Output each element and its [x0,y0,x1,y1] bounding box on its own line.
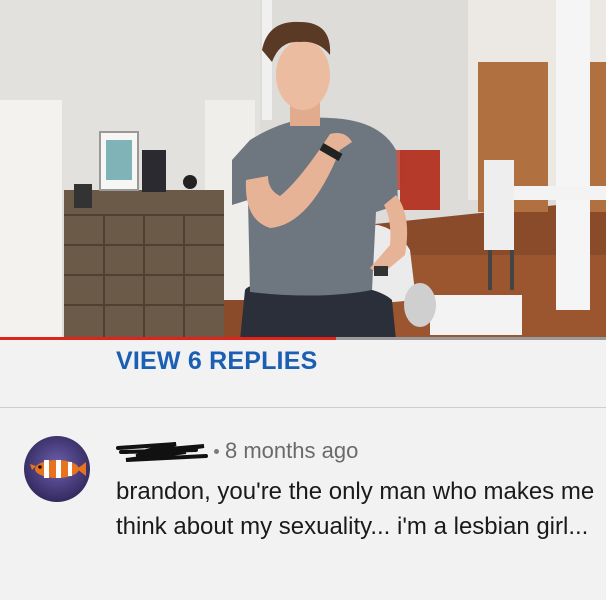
comment-timestamp: 8 months ago [225,438,359,463]
avatar[interactable] [24,436,90,502]
replies-row: VIEW 6 REPLIES [0,341,606,407]
comment: 8 months ago brandon, you're the only ma… [0,408,606,600]
view-replies-button[interactable]: VIEW 6 REPLIES [116,347,317,376]
video-frame-image [0,0,606,340]
comment-meta: 8 months ago [116,436,358,466]
video-progress-bar[interactable] [0,337,606,340]
video-player[interactable] [0,0,606,340]
clownfish-icon [24,436,90,502]
video-progress-fill [0,337,337,340]
comment-body: brandon, you're the only man who makes m… [116,478,595,540]
redacted-username [116,442,208,462]
separator-dot [214,448,219,454]
